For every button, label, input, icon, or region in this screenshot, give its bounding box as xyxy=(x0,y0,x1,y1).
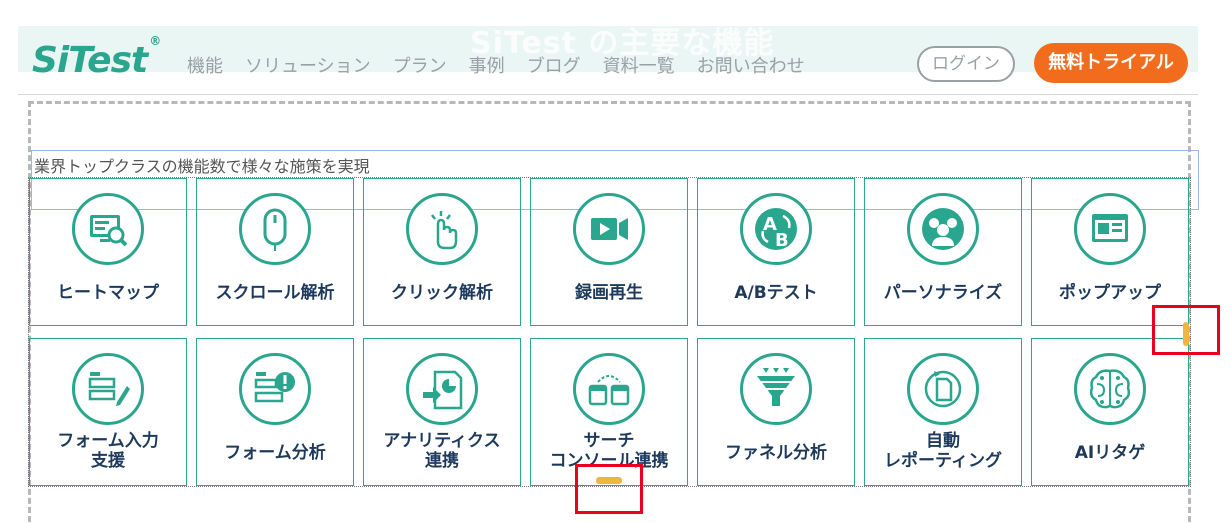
feature-label: パーソナライズ xyxy=(883,283,1003,303)
funnel-icon xyxy=(740,353,812,425)
auto-report-icon xyxy=(907,353,979,425)
feature-card-ai-retarget[interactable]: AIリタゲ xyxy=(1031,338,1189,486)
feature-label: ファネル分析 xyxy=(725,443,827,463)
registered-mark: ® xyxy=(149,34,161,48)
login-button[interactable]: ログイン xyxy=(917,46,1015,82)
video-camera-icon xyxy=(573,193,645,265)
nav-item-documents[interactable]: 資料一覧 xyxy=(603,52,675,78)
feature-label: アナリティクス 連携 xyxy=(383,431,501,471)
feature-card-funnel[interactable]: ファネル分析 xyxy=(697,338,855,486)
global-nav: 機能 ソリューション プラン 事例 ブログ 資料一覧 お問い合わせ xyxy=(187,52,827,78)
feature-card-scroll[interactable]: スクロール解析 xyxy=(196,178,354,326)
feature-card-form-analysis[interactable]: フォーム分析 xyxy=(196,338,354,486)
feature-label: 録画再生 xyxy=(575,283,643,303)
form-alert-icon xyxy=(239,353,311,425)
feature-card-abtest[interactable]: AB A/Bテスト xyxy=(697,178,855,326)
nav-item-contact[interactable]: お問い合わせ xyxy=(697,52,805,78)
feature-card-click[interactable]: クリック解析 xyxy=(363,178,521,326)
heatmap-icon xyxy=(72,193,144,265)
feature-label: フォーム分析 xyxy=(224,443,326,463)
section-subtitle: 業界トップクラスの機能数で様々な施策を実現 xyxy=(34,157,370,176)
feature-label: ヒートマップ xyxy=(57,283,159,303)
nav-item-cases[interactable]: 事例 xyxy=(469,52,505,78)
popup-window-icon xyxy=(1074,193,1146,265)
feature-card-heatmap[interactable]: ヒートマップ xyxy=(29,178,187,326)
ai-brain-icon xyxy=(1074,353,1146,425)
svg-text:B: B xyxy=(775,230,789,251)
free-trial-button[interactable]: 無料トライアル xyxy=(1034,43,1188,83)
bottom-handle-highlight xyxy=(575,464,643,514)
nav-item-blog[interactable]: ブログ xyxy=(527,52,581,78)
feature-label: A/Bテスト xyxy=(734,283,818,303)
analytics-link-icon xyxy=(406,353,478,425)
feature-card-personalize[interactable]: パーソナライズ xyxy=(864,178,1022,326)
feature-grid: ヒートマップ スクロール解析 クリック解析 録画再生 AB A/Bテスト パーソ… xyxy=(28,177,1191,487)
feature-label: スクロール解析 xyxy=(215,283,335,303)
people-group-icon xyxy=(907,193,979,265)
feature-card-popup[interactable]: ポップアップ xyxy=(1031,178,1189,326)
nav-item-plans[interactable]: プラン xyxy=(393,52,447,78)
feature-card-form-input[interactable]: フォーム入力 支援 xyxy=(29,338,187,486)
right-handle-highlight xyxy=(1152,305,1220,355)
ab-test-icon: AB xyxy=(740,193,812,265)
feature-card-recording[interactable]: 録画再生 xyxy=(530,178,688,326)
feature-label: 自動 レポーティング xyxy=(884,431,1002,471)
feature-card-analytics[interactable]: アナリティクス 連携 xyxy=(363,338,521,486)
site-header: SiTest の主要な機能 SiTest ® 機能 ソリューション プラン 事例 … xyxy=(0,0,1231,96)
click-hand-icon xyxy=(406,193,478,265)
feature-card-auto-report[interactable]: 自動 レポーティング xyxy=(864,338,1022,486)
nav-item-solutions[interactable]: ソリューション xyxy=(245,52,371,78)
sitest-logo[interactable]: SiTest ® xyxy=(32,34,161,81)
feature-label: フォーム入力 支援 xyxy=(57,431,159,471)
form-edit-icon xyxy=(72,353,144,425)
search-console-icon xyxy=(573,353,645,425)
nav-item-features[interactable]: 機能 xyxy=(187,52,223,78)
mouse-icon xyxy=(239,193,311,265)
feature-label: ポップアップ xyxy=(1059,283,1161,303)
logo-text: SiTest xyxy=(32,40,148,81)
feature-label: AIリタゲ xyxy=(1074,443,1146,463)
header-divider xyxy=(18,94,1198,95)
feature-label: クリック解析 xyxy=(391,283,493,303)
